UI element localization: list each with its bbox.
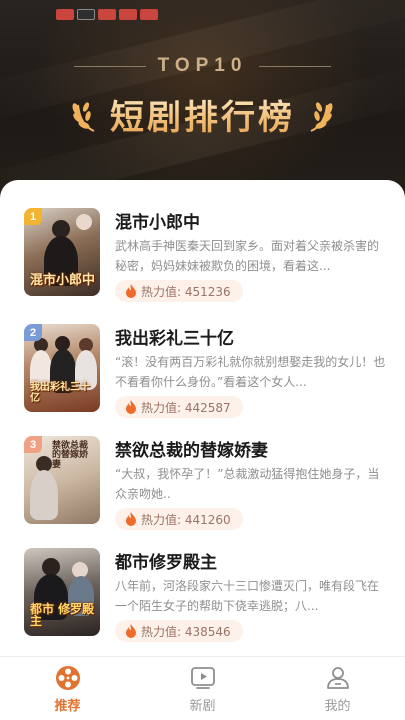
rank-badge: 3 bbox=[24, 436, 42, 453]
heat-value: 热力值: 441260 bbox=[141, 512, 231, 527]
top10-heading: TOP10 bbox=[0, 55, 405, 77]
status-notification-icon bbox=[56, 9, 74, 20]
status-notification-icon bbox=[119, 9, 137, 20]
drama-description: “滚！没有两百万彩礼就你就别想娶走我的女儿！也不看看你什么身份。”看着这个女人.… bbox=[115, 355, 386, 389]
heat-badge: 热力值: 451236 bbox=[115, 280, 243, 302]
laurel-left-icon bbox=[72, 101, 95, 132]
poster-thumbnail[interactable]: 3 禁欲总裁的替嫁娇妻 bbox=[24, 436, 100, 524]
poster-title: 禁欲总裁的替嫁娇妻 bbox=[52, 441, 89, 470]
film-reel-icon bbox=[55, 666, 80, 690]
status-notification-icon bbox=[77, 9, 95, 20]
poster-title: 都市 修罗殿主 bbox=[30, 601, 95, 629]
heat-badge: 热力值: 441260 bbox=[115, 508, 243, 530]
drama-title[interactable]: 混市小郎中 bbox=[115, 208, 200, 233]
list-item[interactable]: 3 禁欲总裁的替嫁娇妻 禁欲总裁的替嫁娇妻 “大叔，我怀孕了！”总裁激动猛得抱住… bbox=[0, 430, 405, 548]
status-notification-icon bbox=[98, 9, 116, 20]
drama-description: 八年前，河洛段家六十三口惨遭灭门，唯有段飞在一个陌生女子的帮助下侥幸逃脱；八..… bbox=[115, 579, 380, 613]
heat-badge: 热力值: 442587 bbox=[115, 396, 243, 418]
user-icon bbox=[326, 667, 349, 689]
drama-description: “大叔，我怀孕了！”总裁激动猛得抱住她身子，当众亲吻她.. bbox=[115, 467, 380, 501]
tab-recommend[interactable]: 推荐 bbox=[0, 657, 135, 720]
page-title: 短剧排行榜 bbox=[110, 90, 295, 139]
flame-icon bbox=[126, 624, 136, 638]
ranking-list: 1 混市小郎中 混市小郎中 武林高手神医秦天回到家乡。面对着父亲被杀害的秘密，妈… bbox=[0, 180, 405, 656]
poster-figure bbox=[76, 214, 92, 230]
divider-line bbox=[259, 65, 332, 67]
poster-figure bbox=[30, 470, 58, 520]
drama-title[interactable]: 我出彩礼三十亿 bbox=[115, 324, 234, 349]
top10-label: TOP10 bbox=[157, 55, 248, 76]
status-icons bbox=[56, 9, 158, 20]
heat-value: 热力值: 438546 bbox=[141, 624, 231, 639]
poster-title: 我出彩礼三十亿 bbox=[30, 382, 90, 404]
tab-new-dramas[interactable]: 新剧 bbox=[135, 657, 270, 720]
poster-title: 混市小郎中 bbox=[30, 273, 96, 289]
flame-icon bbox=[126, 400, 136, 414]
heat-value: 热力值: 451236 bbox=[141, 284, 231, 299]
poster-thumbnail[interactable]: 2 我出彩礼三十亿 bbox=[24, 324, 100, 412]
list-item[interactable]: 都市 修罗殿主 都市修罗殿主 八年前，河洛段家六十三口惨遭灭门，唯有段飞在一个陌… bbox=[0, 542, 405, 656]
status-notification-icon bbox=[140, 9, 158, 20]
rank-badge: 1 bbox=[24, 208, 42, 225]
poster-thumbnail[interactable]: 都市 修罗殿主 bbox=[24, 548, 100, 636]
drama-title[interactable]: 都市修罗殿主 bbox=[115, 548, 217, 573]
rank-badge: 2 bbox=[24, 324, 42, 341]
page-title-row: 短剧排行榜 bbox=[0, 90, 405, 139]
drama-title[interactable]: 禁欲总裁的替嫁娇妻 bbox=[115, 436, 268, 461]
tab-label: 我的 bbox=[324, 699, 351, 714]
heat-badge: 热力值: 438546 bbox=[115, 620, 243, 642]
heat-value: 热力值: 442587 bbox=[141, 400, 231, 415]
tab-profile[interactable]: 我的 bbox=[270, 657, 405, 720]
list-item[interactable]: 1 混市小郎中 混市小郎中 武林高手神医秦天回到家乡。面对着父亲被杀害的秘密，妈… bbox=[0, 202, 405, 320]
list-item[interactable]: 2 我出彩礼三十亿 我出彩礼三十亿 “滚！没有两百万彩礼就你就别想娶走我的女儿！… bbox=[0, 318, 405, 436]
divider-line bbox=[73, 65, 146, 67]
play-screen-icon bbox=[190, 667, 215, 689]
tab-label: 推荐 bbox=[54, 699, 81, 714]
poster-thumbnail[interactable]: 1 混市小郎中 bbox=[24, 208, 100, 296]
laurel-right-icon bbox=[310, 101, 333, 132]
flame-icon bbox=[126, 512, 136, 526]
flame-icon bbox=[126, 284, 136, 298]
drama-description: 武林高手神医秦天回到家乡。面对着父亲被杀害的秘密，妈妈妹妹被欺负的困境，看着这.… bbox=[115, 239, 380, 273]
tab-label: 新剧 bbox=[189, 699, 216, 714]
bottom-tab-bar: 推荐 新剧 我的 bbox=[0, 656, 405, 720]
